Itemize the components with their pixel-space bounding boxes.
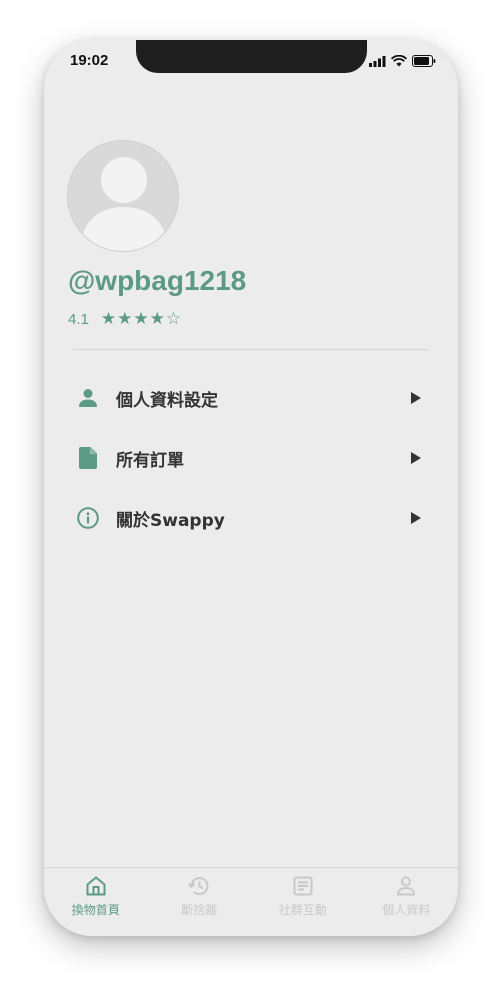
chevron-right-icon [411,512,421,524]
tab-declutter[interactable]: 斷捨離 [148,868,252,936]
chevron-right-icon [411,452,421,464]
history-icon [187,877,209,895]
menu-item-about[interactable]: 關於Swappy [44,488,458,548]
tab-community[interactable]: 社群互動 [251,868,355,936]
divider [73,349,429,350]
battery-icon [412,55,436,67]
star-empty-icon: ☆ [165,309,182,329]
avatar-placeholder-icon [80,157,168,251]
menu-item-label: 所有訂單 [116,450,184,471]
menu-item-profile-settings[interactable]: 個人資料設定 [44,368,458,428]
notch [136,40,367,73]
person-icon [77,387,99,409]
document-icon [77,447,99,469]
signal-icon [369,55,386,67]
star-filled-icon: ★ [149,309,165,329]
tab-profile[interactable]: 個人資料 [355,868,459,936]
tab-home[interactable]: 換物首頁 [44,868,148,936]
menu-item-label: 關於Swappy [116,510,225,531]
status-icons [369,55,436,67]
status-time: 19:02 [70,52,109,69]
wifi-icon [391,55,407,67]
home-icon [86,876,106,896]
star-filled-icon: ★ [117,309,133,329]
star-filled-icon: ★ [100,309,117,329]
settings-menu: 個人資料設定 所有訂單 關於Swappy [44,368,458,548]
star-filled-icon: ★ [133,309,149,329]
info-icon [77,507,99,529]
phone-frame: 19:02 @wpbag1218 4.1 ★ ★ ★ ★ ☆ 個人資料設定 所有… [44,40,458,936]
rating-row: 4.1 ★ ★ ★ ★ ☆ [68,311,181,329]
menu-item-all-orders[interactable]: 所有訂單 [44,428,458,488]
username: @wpbag1218 [68,265,247,296]
person-outline-icon [397,876,416,896]
article-icon [293,876,313,896]
bottom-tab-bar: 換物首頁 斷捨離 社群互動 個人資料 [44,867,458,936]
tab-label: 斷捨離 [181,903,218,917]
tab-label: 個人資料 [382,903,431,917]
rating-stars: ★ ★ ★ ★ ☆ [101,311,181,328]
rating-value: 4.1 [68,311,89,328]
menu-item-label: 個人資料設定 [116,390,218,411]
avatar[interactable] [67,140,179,252]
tab-label: 換物首頁 [71,903,120,917]
tab-label: 社群互動 [278,903,327,917]
chevron-right-icon [411,392,421,404]
